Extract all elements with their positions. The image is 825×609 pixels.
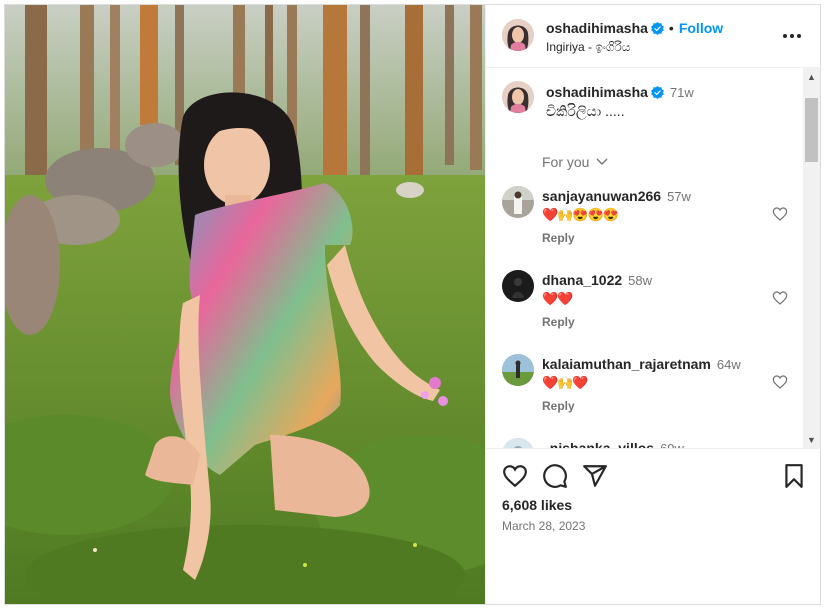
post-photo[interactable] <box>5 5 485 604</box>
scroll-down-arrow-icon[interactable]: ▼ <box>803 431 820 448</box>
post-dialog: oshadihimasha • Follow Ingiriya - ඉංගිරිය … <box>4 4 821 605</box>
bookmark-icon[interactable] <box>781 463 807 489</box>
author-username[interactable]: oshadihimasha <box>546 20 648 36</box>
reply-button[interactable]: Reply <box>542 399 575 413</box>
author-avatar[interactable] <box>502 19 534 51</box>
heart-icon[interactable] <box>772 206 788 222</box>
separator-dot: • <box>668 20 674 36</box>
comments-list[interactable]: oshadihimasha 71w චිකිරිලියා ..... For yo… <box>486 68 821 448</box>
caption-username[interactable]: oshadihimasha <box>546 84 648 100</box>
commenter-avatar[interactable] <box>502 438 534 448</box>
comment-time[interactable]: 64w <box>717 357 741 372</box>
comment-time[interactable]: 57w <box>667 189 691 204</box>
chevron-down-icon <box>596 158 608 165</box>
comment-item: _nishanka_villos 69w <box>502 438 792 448</box>
comment-author-line: sanjayanuwan266 57w <box>542 188 691 204</box>
comment-text: ❤️🙌😍😍😍 <box>542 207 619 222</box>
post-header: oshadihimasha • Follow Ingiriya - ඉංගිරිය <box>486 5 821 68</box>
comment-author-line: dhana_1022 58w <box>542 272 652 288</box>
comment-author-line: kalaiamuthan_rajaretnam 64w <box>542 356 741 372</box>
post-date[interactable]: March 28, 2023 <box>502 519 585 533</box>
post-side-panel: oshadihimasha • Follow Ingiriya - ඉංගිරිය … <box>485 5 821 604</box>
comment-username[interactable]: kalaiamuthan_rajaretnam <box>542 356 711 372</box>
commenter-avatar[interactable] <box>502 270 534 302</box>
for-you-label: For you <box>542 154 590 170</box>
commenter-avatar[interactable] <box>502 186 534 218</box>
comment-time[interactable]: 69w <box>660 441 684 448</box>
caption-author-avatar[interactable] <box>502 81 534 113</box>
verified-badge-icon <box>651 86 664 99</box>
comment-text: ❤️🙌❤️ <box>542 375 589 390</box>
comments-scrollbar[interactable]: ▲ ▼ <box>803 68 820 448</box>
post-location[interactable]: Ingiriya - ඉංගිරිය <box>546 40 630 55</box>
heart-icon[interactable] <box>502 463 528 489</box>
comment-username[interactable]: dhana_1022 <box>542 272 622 288</box>
caption-text: චිකිරිලියා ..... <box>546 103 625 119</box>
more-options-icon[interactable] <box>781 25 803 47</box>
reply-button[interactable]: Reply <box>542 315 575 329</box>
follow-button[interactable]: Follow <box>679 20 723 36</box>
comment-username[interactable]: _nishanka_villos <box>542 440 654 448</box>
comment-item: dhana_1022 58w ❤️❤️ Reply <box>502 270 792 350</box>
comment-item: kalaiamuthan_rajaretnam 64w ❤️🙌❤️ Reply <box>502 354 792 434</box>
reply-button[interactable]: Reply <box>542 231 575 245</box>
comment-item: sanjayanuwan266 57w ❤️🙌😍😍😍 Reply <box>502 186 792 266</box>
author-line: oshadihimasha • Follow <box>546 20 723 36</box>
photo-image <box>5 5 485 604</box>
caption-time[interactable]: 71w <box>670 85 694 100</box>
scroll-thumb[interactable] <box>805 98 818 162</box>
for-you-filter[interactable]: For you <box>542 154 608 170</box>
likes-count[interactable]: 6,608 likes <box>502 497 572 513</box>
verified-badge-icon <box>651 22 664 35</box>
share-icon[interactable] <box>582 463 608 489</box>
scroll-up-arrow-icon[interactable]: ▲ <box>803 68 820 85</box>
comment-icon[interactable] <box>542 463 568 489</box>
comment-username[interactable]: sanjayanuwan266 <box>542 188 661 204</box>
post-actions: 6,608 likes March 28, 2023 <box>486 448 821 604</box>
comment-time[interactable]: 58w <box>628 273 652 288</box>
heart-icon[interactable] <box>772 374 788 390</box>
caption-author-line: oshadihimasha 71w <box>546 84 694 100</box>
heart-icon[interactable] <box>772 290 788 306</box>
commenter-avatar[interactable] <box>502 354 534 386</box>
comment-text: ❤️❤️ <box>542 291 573 306</box>
comment-author-line: _nishanka_villos 69w <box>542 440 684 448</box>
